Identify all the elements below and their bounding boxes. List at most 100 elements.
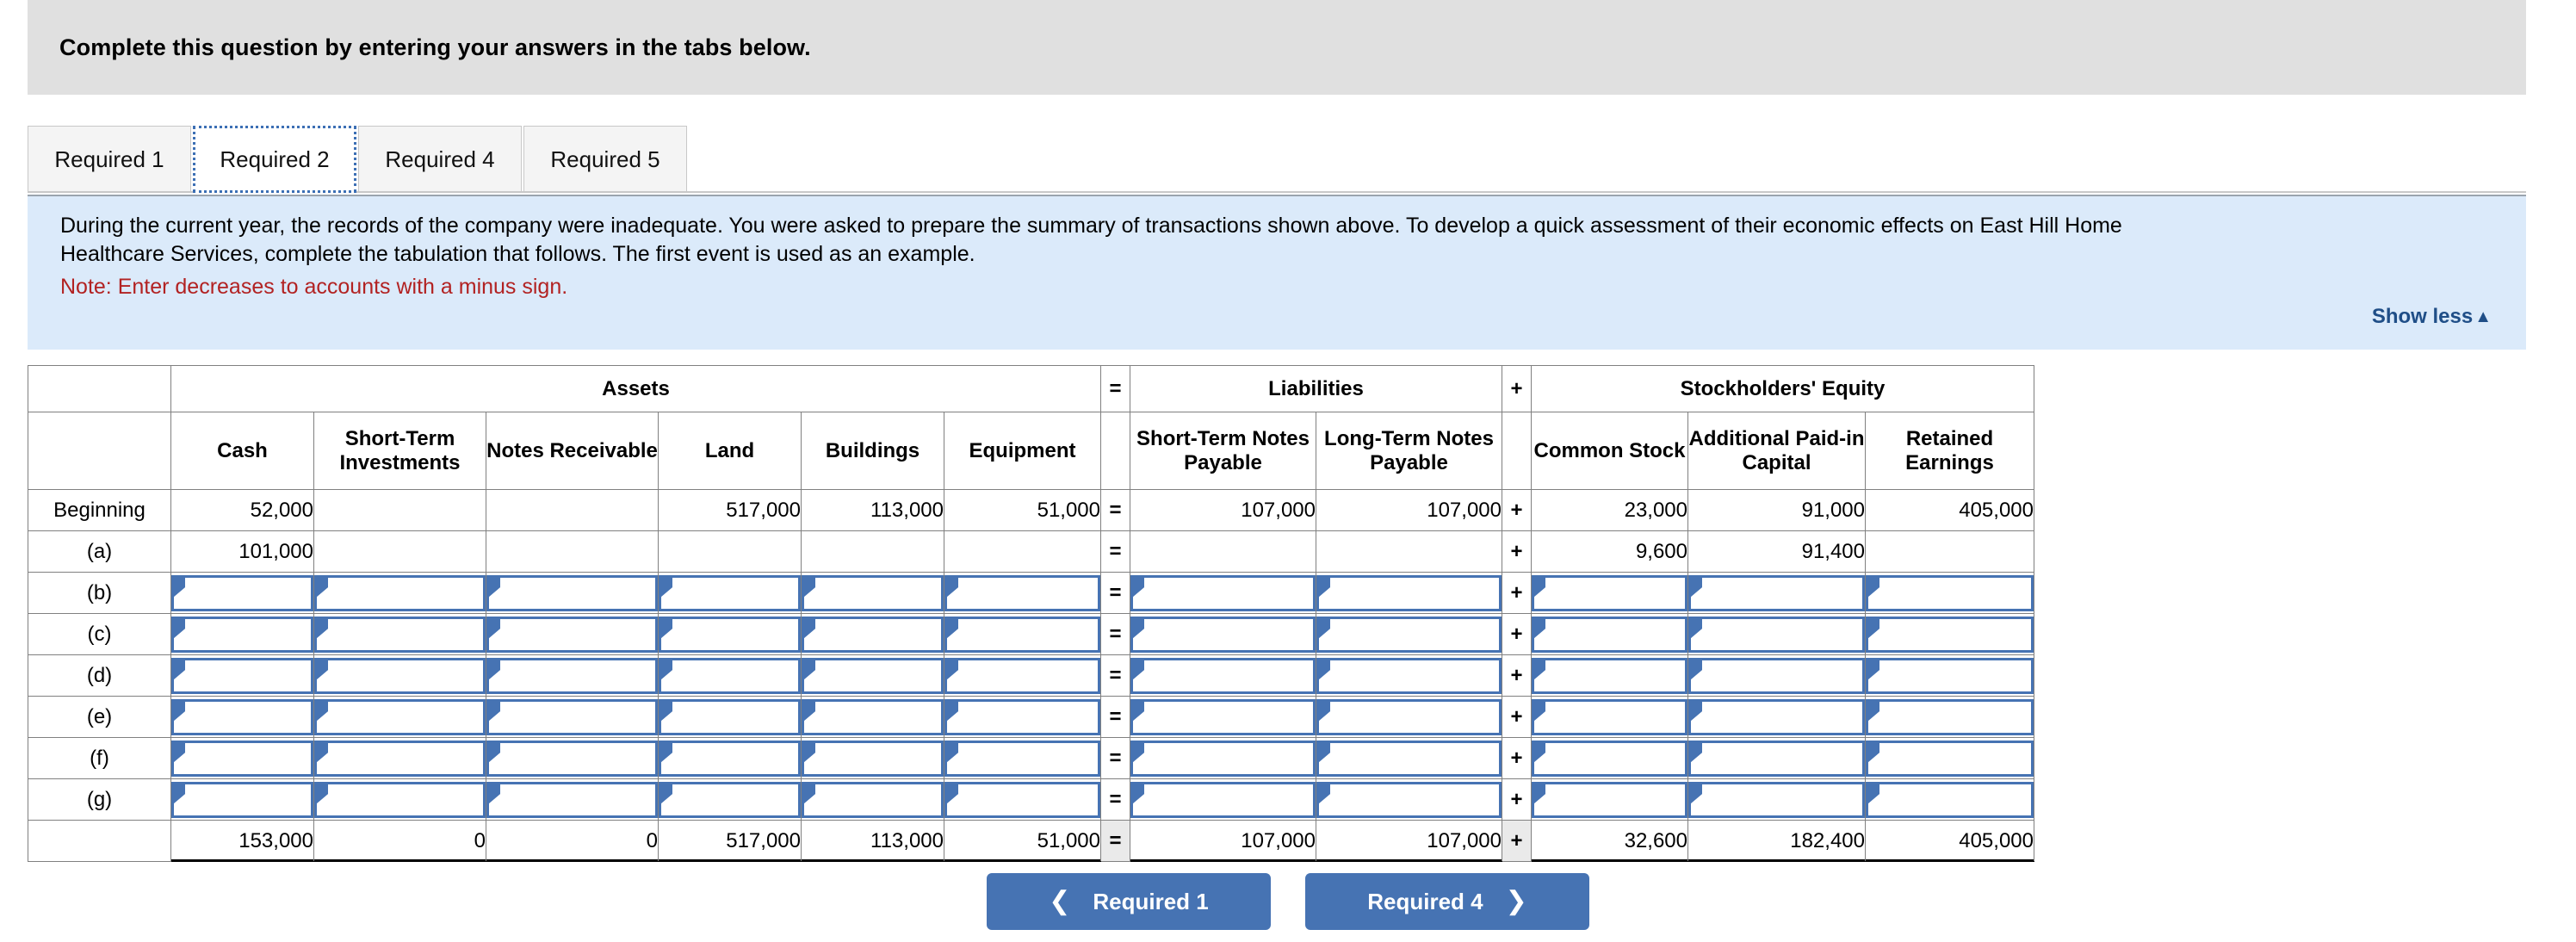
cell-c-short-term-notes-payable[interactable] [1130, 613, 1316, 655]
cell-g-short-term-investments[interactable] [313, 778, 486, 821]
input-cash[interactable] [171, 740, 313, 777]
input-short-term-notes-payable[interactable] [1130, 574, 1316, 611]
cell-b-equipment[interactable] [944, 572, 1101, 614]
cell-g-buildings[interactable] [801, 778, 944, 821]
cell-c-equipment[interactable] [944, 613, 1101, 655]
input-long-term-notes-payable[interactable] [1316, 781, 1502, 818]
cell-b-land[interactable] [658, 572, 802, 614]
input-short-term-investments[interactable] [314, 616, 486, 653]
cell-f-long-term-notes-payable[interactable] [1316, 737, 1502, 779]
input-short-term-notes-payable[interactable] [1130, 740, 1316, 777]
tab-required-5[interactable]: Required 5 [523, 126, 687, 193]
cell-e-retained-earnings[interactable] [1865, 696, 2034, 738]
input-additional-paid-in-capital[interactable] [1688, 781, 1865, 818]
cell-b-long-term-notes-payable[interactable] [1316, 572, 1502, 614]
input-long-term-notes-payable[interactable] [1316, 574, 1502, 611]
cell-d-cash[interactable] [170, 654, 314, 697]
cell-g-common-stock[interactable] [1531, 778, 1688, 821]
input-notes-receivable[interactable] [486, 616, 658, 653]
next-required-button[interactable]: Required 4 ❯ [1305, 873, 1589, 930]
tab-required-2[interactable]: Required 2 [193, 126, 356, 193]
cell-d-retained-earnings[interactable] [1865, 654, 2034, 697]
cell-d-short-term-investments[interactable] [313, 654, 486, 697]
cell-c-land[interactable] [658, 613, 802, 655]
cell-e-cash[interactable] [170, 696, 314, 738]
input-cash[interactable] [171, 616, 313, 653]
cell-c-cash[interactable] [170, 613, 314, 655]
input-long-term-notes-payable[interactable] [1316, 740, 1502, 777]
input-buildings[interactable] [802, 740, 944, 777]
cell-c-retained-earnings[interactable] [1865, 613, 2034, 655]
input-common-stock[interactable] [1532, 781, 1687, 818]
input-land[interactable] [659, 698, 801, 735]
cell-b-retained-earnings[interactable] [1865, 572, 2034, 614]
tab-required-1[interactable]: Required 1 [28, 126, 191, 193]
input-retained-earnings[interactable] [1866, 740, 2034, 777]
cell-g-long-term-notes-payable[interactable] [1316, 778, 1502, 821]
input-notes-receivable[interactable] [486, 574, 658, 611]
input-equipment[interactable] [944, 574, 1100, 611]
cell-e-short-term-investments[interactable] [313, 696, 486, 738]
cell-f-buildings[interactable] [801, 737, 944, 779]
input-equipment[interactable] [944, 616, 1100, 653]
cell-g-cash[interactable] [170, 778, 314, 821]
input-land[interactable] [659, 616, 801, 653]
input-equipment[interactable] [944, 740, 1100, 777]
input-cash[interactable] [171, 574, 313, 611]
cell-e-buildings[interactable] [801, 696, 944, 738]
input-equipment[interactable] [944, 698, 1100, 735]
cell-f-land[interactable] [658, 737, 802, 779]
cell-c-notes-receivable[interactable] [486, 613, 659, 655]
cell-g-additional-paid-in-capital[interactable] [1687, 778, 1866, 821]
cell-c-common-stock[interactable] [1531, 613, 1688, 655]
input-short-term-notes-payable[interactable] [1130, 657, 1316, 694]
cell-d-additional-paid-in-capital[interactable] [1687, 654, 1866, 697]
input-common-stock[interactable] [1532, 657, 1687, 694]
input-long-term-notes-payable[interactable] [1316, 657, 1502, 694]
input-cash[interactable] [171, 781, 313, 818]
input-additional-paid-in-capital[interactable] [1688, 657, 1865, 694]
cell-b-additional-paid-in-capital[interactable] [1687, 572, 1866, 614]
input-additional-paid-in-capital[interactable] [1688, 616, 1865, 653]
cell-c-buildings[interactable] [801, 613, 944, 655]
input-buildings[interactable] [802, 574, 944, 611]
input-notes-receivable[interactable] [486, 740, 658, 777]
cell-g-retained-earnings[interactable] [1865, 778, 2034, 821]
input-common-stock[interactable] [1532, 740, 1687, 777]
input-additional-paid-in-capital[interactable] [1688, 698, 1865, 735]
input-short-term-investments[interactable] [314, 698, 486, 735]
cell-f-notes-receivable[interactable] [486, 737, 659, 779]
input-cash[interactable] [171, 698, 313, 735]
input-cash[interactable] [171, 657, 313, 694]
cell-e-common-stock[interactable] [1531, 696, 1688, 738]
tab-required-4[interactable]: Required 4 [358, 126, 522, 193]
cell-e-additional-paid-in-capital[interactable] [1687, 696, 1866, 738]
cell-c-long-term-notes-payable[interactable] [1316, 613, 1502, 655]
input-notes-receivable[interactable] [486, 657, 658, 694]
cell-f-common-stock[interactable] [1531, 737, 1688, 779]
cell-g-land[interactable] [658, 778, 802, 821]
cell-b-short-term-investments[interactable] [313, 572, 486, 614]
cell-e-notes-receivable[interactable] [486, 696, 659, 738]
cell-f-short-term-notes-payable[interactable] [1130, 737, 1316, 779]
cell-f-short-term-investments[interactable] [313, 737, 486, 779]
cell-g-equipment[interactable] [944, 778, 1101, 821]
cell-b-short-term-notes-payable[interactable] [1130, 572, 1316, 614]
cell-e-land[interactable] [658, 696, 802, 738]
input-land[interactable] [659, 657, 801, 694]
cell-c-additional-paid-in-capital[interactable] [1687, 613, 1866, 655]
cell-f-equipment[interactable] [944, 737, 1101, 779]
input-common-stock[interactable] [1532, 698, 1687, 735]
input-short-term-investments[interactable] [314, 781, 486, 818]
input-short-term-notes-payable[interactable] [1130, 698, 1316, 735]
cell-f-cash[interactable] [170, 737, 314, 779]
input-retained-earnings[interactable] [1866, 616, 2034, 653]
input-common-stock[interactable] [1532, 574, 1687, 611]
cell-g-short-term-notes-payable[interactable] [1130, 778, 1316, 821]
input-land[interactable] [659, 740, 801, 777]
input-long-term-notes-payable[interactable] [1316, 616, 1502, 653]
input-buildings[interactable] [802, 657, 944, 694]
input-retained-earnings[interactable] [1866, 657, 2034, 694]
input-retained-earnings[interactable] [1866, 698, 2034, 735]
input-additional-paid-in-capital[interactable] [1688, 740, 1865, 777]
